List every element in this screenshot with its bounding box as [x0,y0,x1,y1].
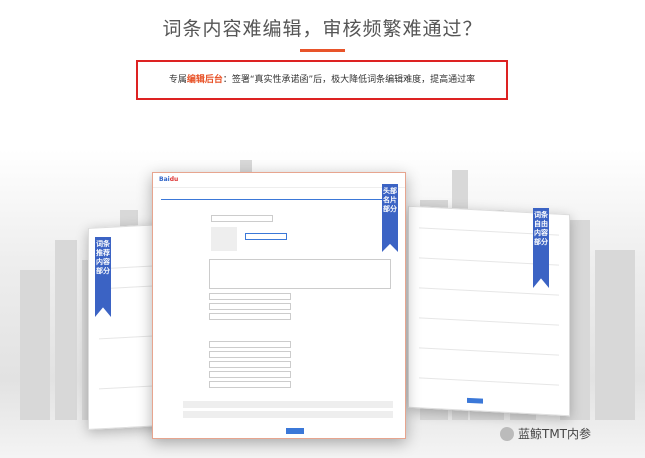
ribbon-header-card: 头部名片部分 [382,184,398,252]
intro-textarea [209,259,391,289]
text-field-1 [209,341,291,348]
feature-banner: 专属编辑后台：签署“真实性承诺函”后，极大降低词条编辑难度，提高通过率 [136,60,508,100]
name-field [211,215,273,222]
headline-underline [300,49,345,52]
text-field-3 [209,361,291,368]
collapsed-section-1 [183,401,393,408]
ribbon-free-content: 词条自由内容部分 [533,208,549,288]
banner-suffix: ：签署“真实性承诺函”后，极大降低词条编辑难度，提高通过率 [222,75,476,85]
submit-button [286,428,304,434]
wechat-logo-icon [500,426,514,441]
upload-button [245,233,287,240]
logo-upload-placeholder [211,227,237,251]
select-field-2 [209,303,291,310]
banner-prefix: 专属 [168,75,187,85]
text-field-4 [209,371,291,378]
select-field-1 [209,293,291,300]
section-tab [161,192,397,200]
watermark-text: 蓝鲸TMT内参 [518,427,592,441]
site-logo: Baidu [159,176,179,183]
text-field-2 [209,351,291,358]
select-field-3 [209,313,291,320]
submit-button-small [467,397,483,404]
editor-backend-screenshot: Baidu [152,172,406,439]
banner-highlight: 编辑后台 [186,75,223,85]
ribbon-recommended-content: 词条推荐内容部分 [95,237,111,317]
collapsed-section-2 [183,411,393,418]
watermark: 蓝鲸TMT内参 [500,425,591,442]
text-field-5 [209,381,291,388]
editor-topbar: Baidu [153,173,405,188]
headline: 词条内容难编辑，审核频繁难通过？ [162,18,483,40]
